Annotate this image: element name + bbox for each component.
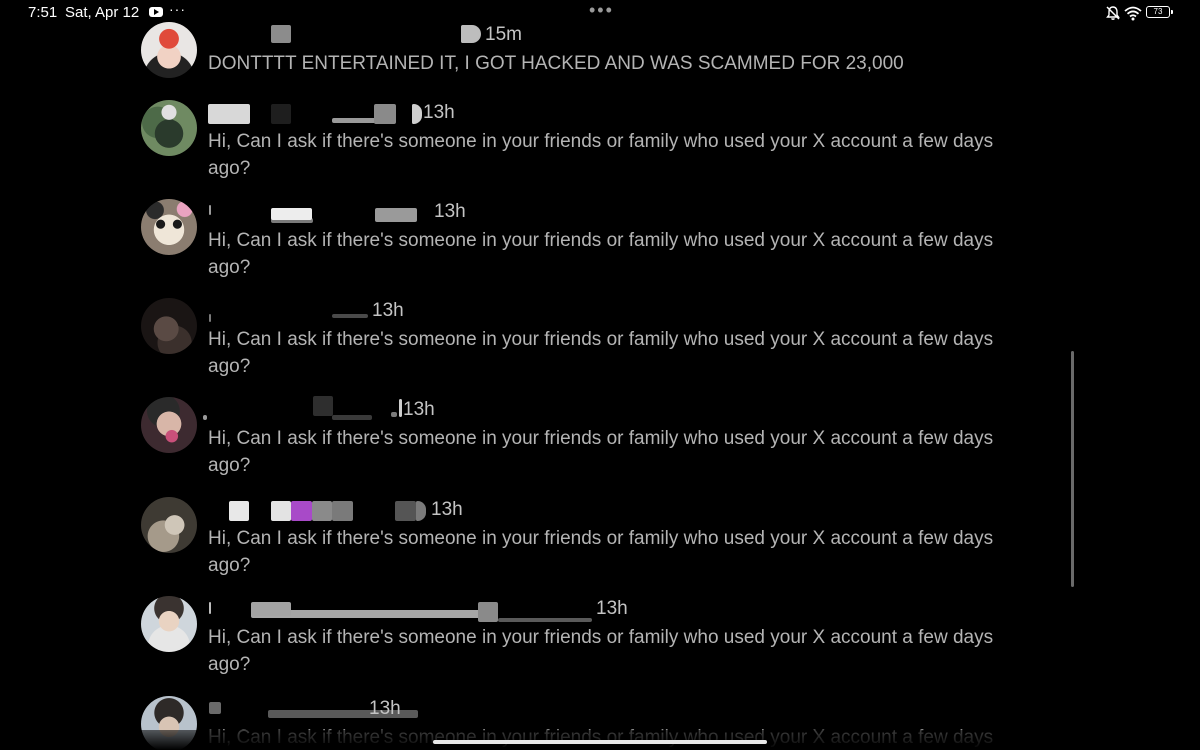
timestamp: 13h	[431, 499, 463, 520]
list-item[interactable]: 13h Hi, Can I ask if there's someone in …	[141, 497, 1021, 587]
redacted-name	[208, 104, 250, 124]
list-item[interactable]: 13h Hi, Can I ask if there's someone in …	[141, 298, 1021, 388]
avatar[interactable]	[141, 596, 197, 652]
message-preview: Hi, Can I ask if there's someone in your…	[208, 528, 994, 576]
redacted-name	[313, 396, 333, 416]
message-preview: Hi, Can I ask if there's someone in your…	[208, 131, 994, 179]
redacted-name	[332, 415, 372, 420]
avatar[interactable]	[141, 199, 197, 255]
timestamp: 15m	[485, 24, 522, 45]
timestamp: 13h	[372, 300, 404, 321]
redacted-name	[209, 205, 211, 215]
redacted-name	[271, 104, 291, 124]
sender-name: 13h	[203, 396, 988, 423]
redacted-name	[209, 602, 211, 614]
redacted-name	[478, 602, 498, 622]
redacted-name	[461, 25, 481, 43]
redacted-name	[332, 501, 353, 521]
avatar[interactable]	[141, 497, 197, 553]
avatar[interactable]	[141, 397, 197, 453]
sender-name: 13h	[208, 298, 988, 324]
redacted-name	[203, 415, 207, 420]
message-preview: Hi, Can I ask if there's someone in your…	[208, 428, 994, 476]
list-item[interactable]: 13h Hi, Can I ask if there's someone in …	[141, 100, 1021, 190]
list-item[interactable]: 13h Hi, Can I ask if there's someone in …	[141, 596, 1021, 686]
redacted-name	[271, 25, 291, 43]
redacted-name	[229, 501, 249, 521]
redacted-name	[412, 104, 422, 124]
redacted-name	[395, 501, 416, 521]
sender-name: 13h	[208, 199, 988, 225]
sender-name: 13h	[208, 596, 988, 622]
avatar[interactable]	[141, 22, 197, 78]
message-list[interactable]: 15m DONTTTT ENTERTAINED IT, I GOT HACKED…	[0, 0, 1200, 750]
list-item[interactable]: 13h Hi, Can I ask if there's someone in …	[141, 199, 1021, 289]
redacted-name	[251, 602, 291, 616]
screen: 7:51 Sat, Apr 12 ··· ••• 73 15m DONTTTT …	[0, 0, 1200, 750]
list-item[interactable]: 13h Hi, Can I ask if there's someone in …	[141, 396, 1021, 487]
timestamp: 13h	[596, 598, 628, 619]
list-item[interactable]: 15m DONTTTT ENTERTAINED IT, I GOT HACKED…	[141, 22, 1021, 112]
redacted-name	[271, 208, 312, 220]
home-indicator[interactable]	[433, 740, 767, 744]
sender-name: 13h	[208, 100, 988, 126]
redacted-name	[399, 399, 402, 417]
timestamp: 13h	[369, 698, 401, 719]
redacted-name	[312, 501, 332, 521]
message-preview: Hi, Can I ask if there's someone in your…	[208, 329, 994, 377]
sender-name: 15m	[208, 22, 988, 48]
redacted-name	[209, 702, 221, 714]
redacted-name	[416, 501, 426, 521]
sender-name: 13h	[208, 696, 988, 722]
redacted-name	[291, 501, 312, 521]
avatar[interactable]	[141, 298, 197, 354]
timestamp: 13h	[403, 399, 435, 420]
redacted-name	[375, 208, 417, 222]
redacted-name	[209, 314, 211, 322]
scrollbar[interactable]	[1071, 351, 1074, 587]
redacted-name	[271, 501, 291, 521]
message-preview: Hi, Can I ask if there's someone in your…	[208, 230, 994, 278]
timestamp: 13h	[434, 201, 466, 222]
redacted-name	[332, 314, 368, 318]
message-preview: Hi, Can I ask if there's someone in your…	[208, 627, 994, 675]
redacted-name	[498, 618, 592, 622]
redacted-name	[374, 104, 396, 124]
redacted-name	[391, 412, 397, 417]
redacted-name	[332, 118, 378, 123]
avatar[interactable]	[141, 100, 197, 156]
message-preview: DONTTTT ENTERTAINED IT, I GOT HACKED AND…	[208, 53, 904, 74]
sender-name: 13h	[208, 497, 988, 523]
timestamp: 13h	[423, 102, 455, 123]
